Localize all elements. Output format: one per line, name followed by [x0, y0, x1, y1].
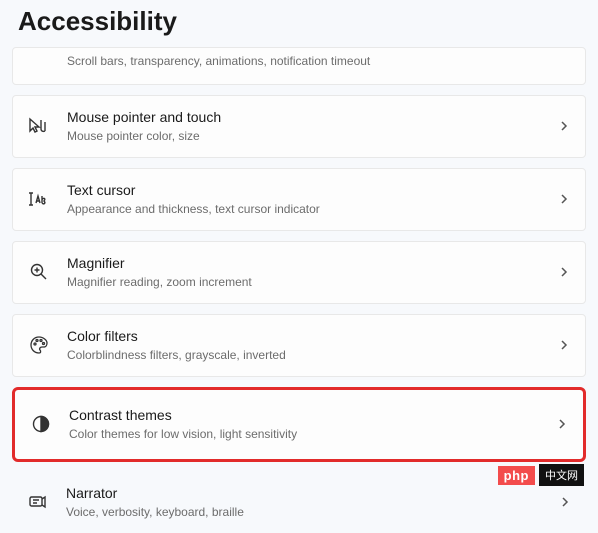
settings-list: Scroll bars, transparency, animations, n… — [0, 47, 598, 533]
chevron-right-icon — [558, 495, 572, 509]
settings-item-magnifier[interactable]: Magnifier Magnifier reading, zoom increm… — [12, 241, 586, 304]
chevron-right-icon — [557, 338, 571, 352]
item-title: Contrast themes — [69, 406, 547, 424]
item-subtitle: Colorblindness filters, grayscale, inver… — [67, 347, 549, 364]
mouse-pointer-icon — [27, 114, 51, 138]
page-title: Accessibility — [0, 0, 598, 47]
item-text: Scroll bars, transparency, animations, n… — [67, 51, 571, 70]
chevron-right-icon — [557, 192, 571, 206]
watermark: php 中文网 — [498, 464, 584, 486]
item-text: Magnifier Magnifier reading, zoom increm… — [67, 254, 549, 291]
item-text: Contrast themes Color themes for low vis… — [69, 406, 547, 443]
item-title: Magnifier — [67, 254, 549, 272]
settings-item-mouse-pointer[interactable]: Mouse pointer and touch Mouse pointer co… — [12, 95, 586, 158]
item-title: Color filters — [67, 327, 549, 345]
settings-item-contrast-themes[interactable]: Contrast themes Color themes for low vis… — [12, 387, 586, 462]
settings-item-color-filters[interactable]: Color filters Colorblindness filters, gr… — [12, 314, 586, 377]
item-subtitle: Voice, verbosity, keyboard, braille — [66, 504, 550, 521]
text-cursor-icon — [27, 187, 51, 211]
item-title: Text cursor — [67, 181, 549, 199]
item-text: Narrator Voice, verbosity, keyboard, bra… — [66, 484, 550, 521]
chevron-right-icon — [557, 119, 571, 133]
item-text: Text cursor Appearance and thickness, te… — [67, 181, 549, 218]
watermark-left: php — [498, 466, 535, 485]
item-subtitle: Appearance and thickness, text cursor in… — [67, 201, 549, 218]
chevron-right-icon — [555, 417, 569, 431]
item-subtitle: Mouse pointer color, size — [67, 128, 549, 145]
item-text: Color filters Colorblindness filters, gr… — [67, 327, 549, 364]
item-subtitle: Scroll bars, transparency, animations, n… — [67, 53, 571, 70]
item-subtitle: Magnifier reading, zoom increment — [67, 274, 549, 291]
item-text: Mouse pointer and touch Mouse pointer co… — [67, 108, 549, 145]
item-title: Narrator — [66, 484, 550, 502]
watermark-right: 中文网 — [539, 464, 584, 486]
chevron-right-icon — [557, 265, 571, 279]
contrast-icon — [29, 412, 53, 436]
settings-item-text-cursor[interactable]: Text cursor Appearance and thickness, te… — [12, 168, 586, 231]
item-subtitle: Color themes for low vision, light sensi… — [69, 426, 547, 443]
narrator-icon — [26, 490, 50, 514]
item-title: Mouse pointer and touch — [67, 108, 549, 126]
magnifier-icon — [27, 260, 51, 284]
settings-item-visual-effects[interactable]: Scroll bars, transparency, animations, n… — [12, 47, 586, 85]
palette-icon — [27, 333, 51, 357]
